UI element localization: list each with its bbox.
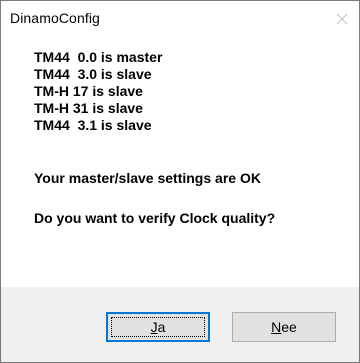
status-message: Your master/slave settings are OK (34, 170, 261, 186)
device-line: TM44 3.0 is slave (34, 66, 152, 82)
no-accelerator: N (271, 319, 282, 335)
question-message: Do you want to verify Clock quality? (34, 210, 276, 226)
device-line: TM44 3.1 is slave (34, 117, 152, 133)
focus-ring (111, 317, 205, 337)
device-status-list: TM44 0.0 is master TM44 3.0 is slave TM-… (34, 49, 162, 134)
window-title: DinamoConfig (10, 10, 100, 26)
close-button[interactable] (325, 1, 359, 37)
no-button-label: Nee (271, 319, 297, 335)
device-line: TM44 0.0 is master (34, 49, 163, 65)
device-line: TM-H 31 is slave (34, 100, 143, 116)
device-line: TM-H 17 is slave (34, 83, 143, 99)
title-bar[interactable]: DinamoConfig (1, 1, 359, 37)
no-button[interactable]: Nee (232, 312, 336, 342)
close-icon (336, 13, 348, 25)
no-label-rest: ee (281, 319, 297, 335)
yes-button[interactable]: Ja (106, 312, 210, 342)
